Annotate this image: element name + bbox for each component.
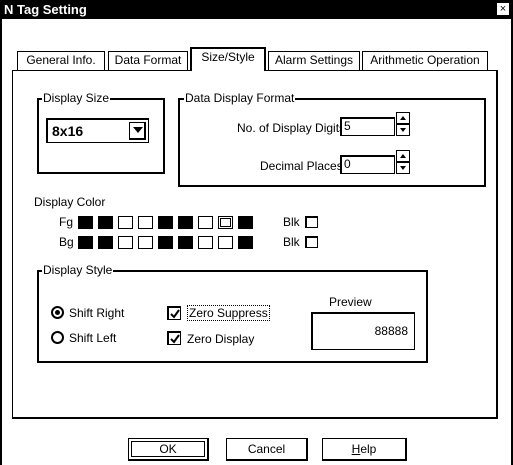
bg-swatch-black[interactable] [238, 236, 253, 249]
tab-size-style[interactable]: Size/Style [190, 47, 266, 71]
shift-right-label: Shift Right [69, 306, 125, 320]
display-digits-spinner[interactable] [396, 112, 410, 136]
shift-right-radio[interactable] [51, 306, 64, 319]
bg-swatch-black[interactable] [78, 236, 93, 249]
tab-label: General Info. [26, 53, 96, 67]
zero-display-checkbox[interactable] [167, 331, 181, 345]
display-size-select[interactable]: 8x16 [46, 118, 149, 143]
n-tag-setting-dialog: N Tag Setting × General Info. Data Forma… [0, 0, 513, 465]
bg-blink-checkbox[interactable] [305, 236, 318, 248]
zero-display-label: Zero Display [187, 332, 255, 346]
fg-swatch-white[interactable] [138, 216, 153, 229]
arrow-down-icon [400, 166, 406, 170]
arrow-up-icon [400, 116, 406, 120]
fg-label: Fg [59, 215, 74, 229]
bg-swatch-white[interactable] [138, 236, 153, 249]
close-icon: × [499, 3, 507, 15]
spin-down-button[interactable] [396, 162, 410, 174]
fg-blink-label: Blk [283, 215, 300, 229]
ok-button-label: OK [159, 442, 177, 456]
fg-swatch-black[interactable] [78, 216, 93, 229]
bg-swatch-black[interactable] [98, 236, 113, 249]
dropdown-button[interactable] [129, 122, 146, 140]
fg-swatch-black[interactable] [158, 216, 173, 229]
fg-swatch-white[interactable] [118, 216, 133, 229]
title-bar: N Tag Setting × [0, 0, 513, 19]
display-color-label: Display Color [34, 195, 106, 209]
radio-selected-dot [55, 310, 60, 315]
data-display-format-group [178, 98, 486, 187]
decimal-places-label: Decimal Places [260, 159, 343, 173]
fg-blink-checkbox[interactable] [305, 216, 318, 228]
fg-swatch-black[interactable] [178, 216, 193, 229]
zero-suppress-checkbox[interactable] [167, 306, 181, 320]
fg-swatch-white[interactable] [198, 216, 213, 229]
tab-general-info[interactable]: General Info. [17, 51, 105, 70]
display-size-value: 8x16 [52, 123, 84, 139]
preview-label: Preview [329, 295, 372, 309]
bg-swatch-white[interactable] [218, 236, 233, 249]
bg-label: Bg [59, 235, 74, 249]
help-button-label: Help [352, 442, 377, 456]
arrow-down-icon [400, 128, 406, 132]
fg-swatch-black[interactable] [98, 216, 113, 229]
display-digits-input[interactable]: 5 [340, 117, 395, 136]
shift-left-label: Shift Left [69, 331, 117, 345]
tab-label: Data Format [114, 53, 182, 67]
cancel-button[interactable]: Cancel [226, 438, 308, 461]
fg-swatch-selected[interactable] [218, 216, 233, 229]
preview-display: 88888 [311, 312, 415, 350]
chevron-down-icon [133, 127, 143, 133]
help-button[interactable]: Help [322, 438, 407, 461]
display-size-group-label: Display Size [42, 91, 111, 105]
bg-swatch-white[interactable] [198, 236, 213, 249]
tab-arithmetic-operation[interactable]: Arithmetic Operation [362, 51, 488, 70]
bg-swatch-white[interactable] [118, 236, 133, 249]
decimal-places-spinner[interactable] [396, 150, 410, 174]
window-frame-left [0, 19, 2, 465]
bg-swatch-black[interactable] [178, 236, 193, 249]
display-style-group-label: Display Style [42, 263, 114, 277]
data-display-format-group-label: Data Display Format [184, 91, 296, 105]
checkmark-icon [170, 334, 180, 344]
bg-swatch-black[interactable] [158, 236, 173, 249]
spin-down-button[interactable] [396, 124, 410, 136]
window-title: N Tag Setting [4, 2, 87, 17]
checkmark-icon [170, 309, 180, 319]
spin-up-button[interactable] [396, 112, 410, 124]
spin-up-button[interactable] [396, 150, 410, 162]
close-button[interactable]: × [496, 2, 510, 16]
bg-blink-label: Blk [283, 235, 300, 249]
tab-label: Alarm Settings [274, 53, 354, 67]
fg-swatch-black[interactable] [238, 216, 253, 229]
tab-alarm-settings[interactable]: Alarm Settings [268, 51, 360, 70]
tab-data-format[interactable]: Data Format [108, 51, 188, 70]
help-rest: elp [360, 442, 377, 456]
zero-suppress-label: Zero Suppress [187, 305, 270, 321]
arrow-up-icon [400, 154, 406, 158]
cancel-button-label: Cancel [247, 442, 286, 456]
shift-left-radio[interactable] [51, 331, 64, 344]
display-digits-label: No. of Display Digits [237, 121, 346, 135]
decimal-places-input[interactable]: 0 [340, 155, 395, 174]
ok-button[interactable]: OK [128, 438, 209, 461]
tab-label: Size/Style [201, 50, 255, 64]
tab-label: Arithmetic Operation [370, 53, 480, 67]
